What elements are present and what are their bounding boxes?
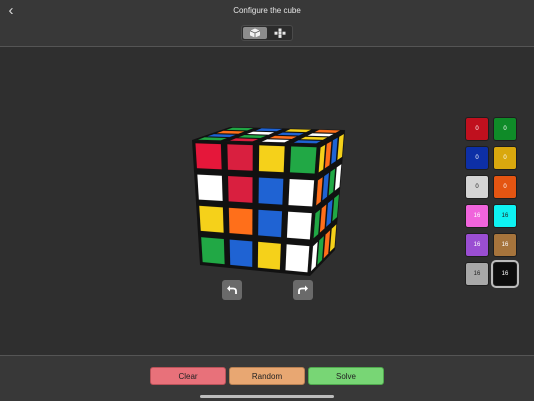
pink-swatch[interactable]: 16	[465, 204, 489, 228]
front-sticker[interactable]	[285, 243, 310, 273]
black-swatch[interactable]: 16	[491, 260, 519, 288]
blue-swatch[interactable]: 0	[465, 146, 489, 170]
rotate-right-button[interactable]	[293, 280, 313, 300]
random-button[interactable]: Random	[229, 367, 305, 385]
color-palette: 0 0 0 0 0 0 16 16 16 16 16 16	[465, 117, 521, 293]
front-sticker[interactable]	[195, 142, 222, 170]
view-net-button[interactable]	[268, 27, 292, 39]
green-swatch[interactable]: 0	[493, 117, 517, 141]
white-swatch[interactable]: 0	[465, 175, 489, 199]
top-sticker[interactable]	[269, 135, 298, 140]
yellow-swatch[interactable]: 0	[493, 146, 517, 170]
page-title: Configure the cube	[233, 6, 301, 15]
brown-swatch[interactable]: 16	[493, 233, 517, 257]
front-sticker[interactable]	[229, 239, 253, 268]
cyan-swatch[interactable]: 16	[493, 204, 517, 228]
top-sticker[interactable]	[300, 136, 329, 141]
top-sticker[interactable]	[277, 132, 305, 136]
solve-button[interactable]: Solve	[308, 367, 384, 385]
top-sticker[interactable]	[284, 128, 312, 133]
top-bar: ‹ Configure the cube	[0, 0, 534, 47]
front-sticker[interactable]	[258, 177, 284, 205]
front-sticker[interactable]	[197, 174, 223, 202]
home-indicator	[200, 395, 334, 398]
gray-swatch[interactable]: 16	[465, 262, 489, 286]
view-mode-toggle	[241, 25, 293, 41]
front-sticker[interactable]	[257, 241, 282, 270]
front-sticker[interactable]	[227, 144, 254, 172]
rotate-left-icon	[227, 285, 237, 294]
bottom-toolbar: Clear Random Solve	[0, 355, 534, 401]
purple-swatch[interactable]: 16	[465, 233, 489, 257]
cube-3d-view[interactable]	[150, 100, 370, 290]
rotate-left-button[interactable]	[222, 280, 242, 300]
top-sticker[interactable]	[307, 133, 335, 137]
front-sticker[interactable]	[200, 236, 225, 265]
cube-net-icon	[274, 28, 286, 38]
front-sticker[interactable]	[228, 207, 253, 236]
top-sticker[interactable]	[261, 138, 290, 143]
top-sticker[interactable]	[314, 129, 342, 134]
top-sticker[interactable]	[293, 139, 322, 144]
cube-3d-icon	[249, 28, 261, 38]
front-sticker[interactable]	[227, 175, 253, 204]
front-sticker[interactable]	[257, 209, 283, 238]
front-sticker[interactable]	[286, 211, 313, 240]
orange-swatch[interactable]: 0	[493, 175, 517, 199]
front-sticker[interactable]	[288, 178, 315, 207]
red-swatch[interactable]: 0	[465, 117, 489, 141]
clear-button[interactable]: Clear	[150, 367, 226, 385]
front-sticker[interactable]	[258, 145, 285, 173]
view-3d-button[interactable]	[243, 27, 267, 39]
rotate-right-icon	[298, 285, 308, 294]
front-sticker[interactable]	[289, 146, 317, 174]
front-sticker[interactable]	[198, 205, 224, 233]
